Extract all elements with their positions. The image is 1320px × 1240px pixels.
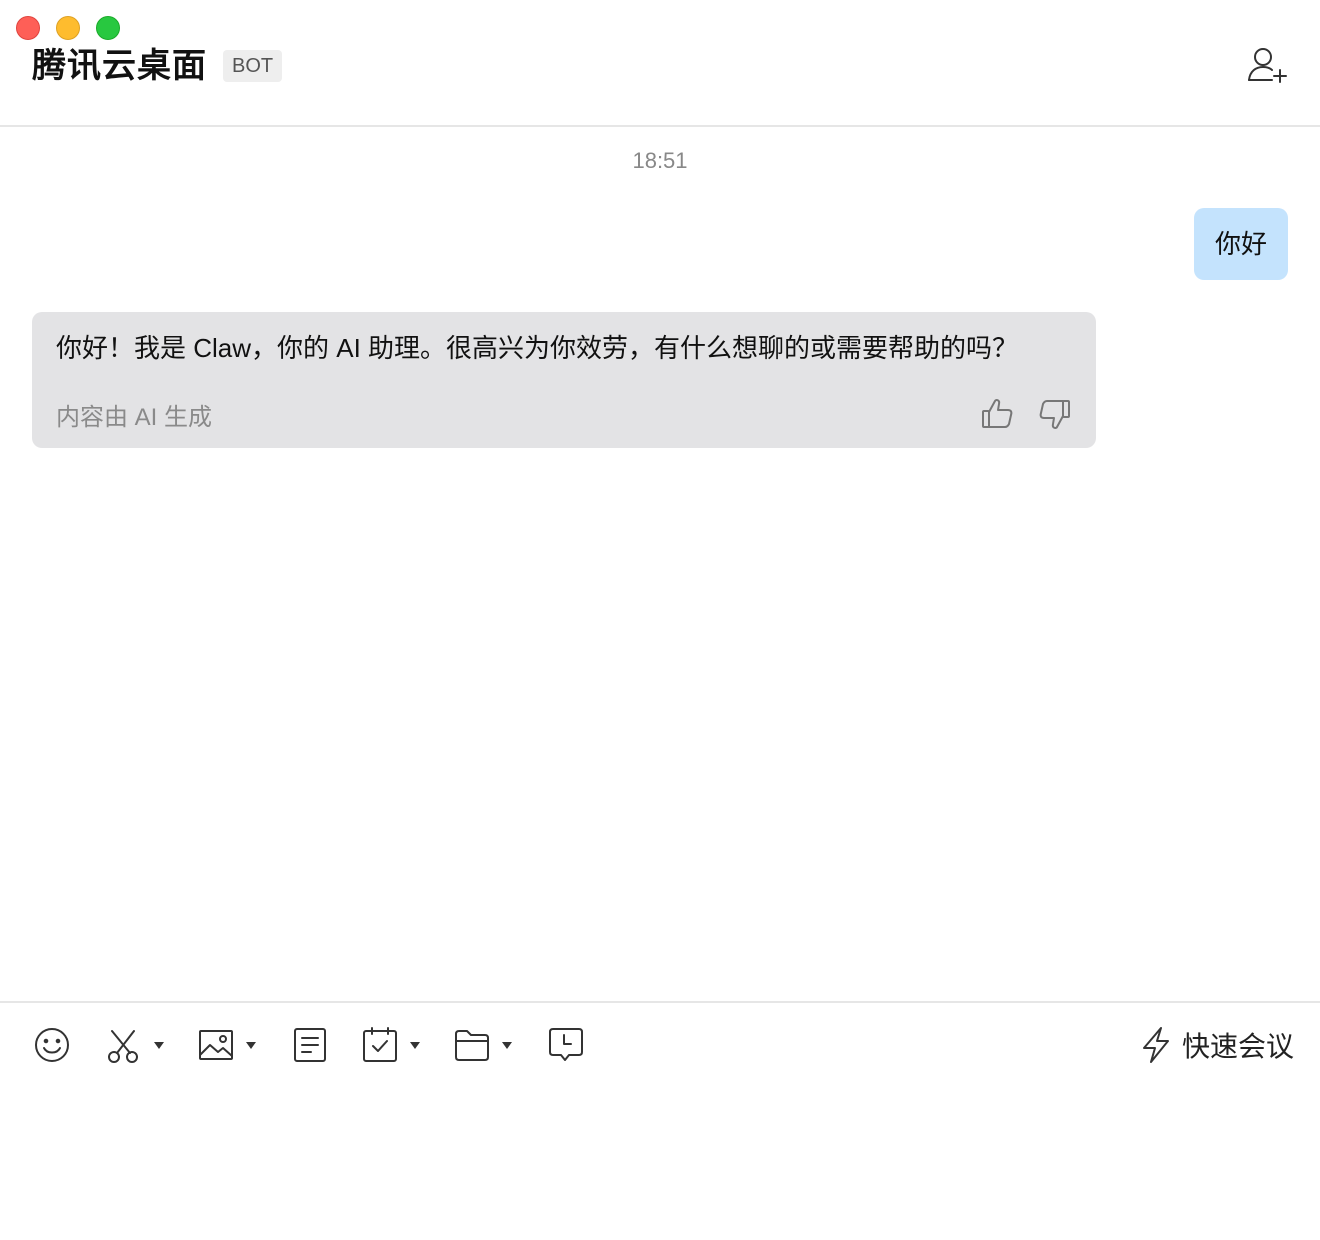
screenshot-dropdown-caret-icon[interactable] [154, 1041, 164, 1049]
file-button[interactable] [452, 1025, 512, 1065]
task-dropdown-caret-icon[interactable] [410, 1041, 420, 1049]
image-dropdown-caret-icon[interactable] [246, 1041, 256, 1049]
screenshot-button[interactable] [104, 1025, 164, 1065]
chat-history-button[interactable] [546, 1025, 586, 1065]
thumbs-up-icon [982, 399, 1013, 428]
composer-toolbar: 快速会议 [0, 1001, 1320, 1087]
lightning-icon [1142, 1027, 1169, 1063]
bot-message-bubble[interactable]: 你好！我是 Claw，你的 AI 助理。很高兴为你效劳，有什么想聊的或需要帮助的… [32, 312, 1096, 448]
chat-title: 腾讯云桌面 [32, 47, 207, 85]
image-icon [199, 1030, 233, 1060]
image-button[interactable] [196, 1025, 256, 1065]
emoji-icon [35, 1028, 69, 1062]
thumbs-up-button[interactable] [980, 396, 1016, 432]
bot-message-text: 你好！我是 Claw，你的 AI 助理。很高兴为你效劳，有什么想聊的或需要帮助的… [56, 333, 1019, 363]
emoji-button[interactable] [32, 1025, 72, 1065]
thumbs-down-button[interactable] [1036, 396, 1072, 432]
chat-header: 腾讯云桌面 BOT [0, 0, 1320, 127]
feedback-group [980, 396, 1072, 432]
folder-icon [455, 1030, 489, 1061]
document-icon [294, 1028, 326, 1062]
title-group: 腾讯云桌面 BOT [32, 44, 283, 88]
message-timestamp: 18:51 [632, 148, 688, 173]
file-dropdown-caret-icon[interactable] [502, 1041, 512, 1049]
user-message-bubble[interactable]: 你好 [1193, 208, 1288, 280]
thumbs-down-icon [1039, 400, 1070, 429]
bot-badge: BOT [223, 50, 283, 82]
scissors-icon [108, 1030, 138, 1063]
task-button[interactable] [360, 1025, 420, 1065]
chat-history-icon [549, 1028, 583, 1061]
chat-window: 腾讯云桌面 BOT 18:51 你好 你好！我是 Claw，你的 AI 助理。很… [0, 0, 1320, 1240]
document-button[interactable] [290, 1025, 330, 1065]
bot-message-footer: 内容由 AI 生成 [56, 394, 1072, 434]
add-member-button[interactable] [1246, 44, 1290, 88]
ai-generated-note: 内容由 AI 生成 [56, 403, 213, 431]
quick-meeting-button[interactable]: 快速会议 [1140, 1023, 1294, 1067]
add-user-icon [1248, 48, 1287, 83]
message-input[interactable] [0, 1087, 1320, 1240]
message-list[interactable]: 18:51 你好 你好！我是 Claw，你的 AI 助理。很高兴为你效劳，有什么… [0, 128, 1320, 1001]
quick-meeting-label: 快速会议 [1181, 1031, 1294, 1062]
calendar-check-icon [363, 1027, 397, 1062]
